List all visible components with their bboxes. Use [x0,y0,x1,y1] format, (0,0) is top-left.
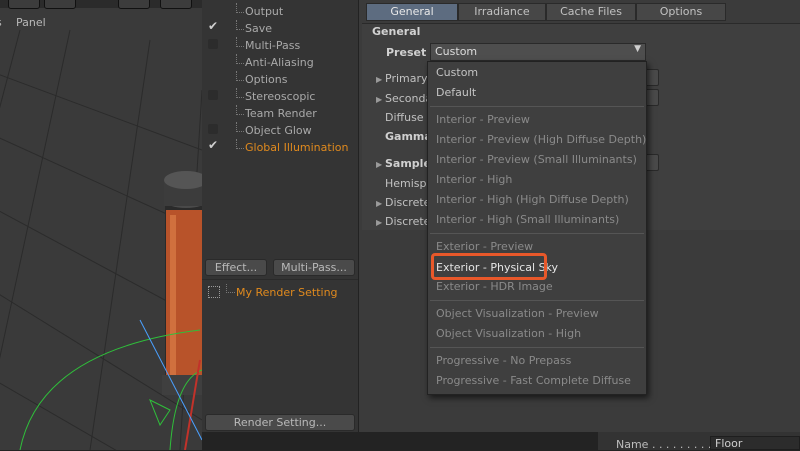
name-label: Name . . . . . . . . . [616,438,712,451]
checkmark-icon[interactable]: ✔ [208,138,218,152]
menu-item[interactable]: Interior - High (Small Illuminants) [436,213,619,226]
tree-connector [236,122,244,132]
preset-value: Custom [435,45,478,58]
tree-item-label: Options [245,73,288,86]
clapper-icon[interactable] [160,0,192,9]
tree-connector [236,54,244,64]
preset-label: Preset [386,46,427,59]
preset-dropdown[interactable]: Custom ▼ [430,43,646,61]
viewport-menu-partial[interactable]: s [0,16,2,29]
menu-item[interactable]: Object Visualization - Preview [436,307,599,320]
highlight-annotation [431,253,547,280]
checkbox[interactable] [208,90,218,100]
checkmark-icon[interactable]: ✔ [208,19,218,33]
tree-connector [236,88,244,98]
tab-irradiance-cache[interactable]: Irradiance Cache [458,3,546,34]
menu-item[interactable]: Object Visualization - High [436,327,581,340]
render-setting-icon [208,286,220,298]
expand-icon[interactable]: ▶ [376,199,382,208]
3d-viewport[interactable]: Panel s [0,0,202,450]
viewport-menu-panel[interactable]: Panel [16,16,46,29]
gamma-label: Gamma [385,130,432,143]
discrete-label-2: Discrete [385,215,431,228]
menu-item[interactable]: Progressive - No Prepass [436,354,571,367]
tree-item[interactable]: Anti-Aliasing [202,54,358,71]
tree-item[interactable]: Stereoscopic [202,88,358,105]
menu-item-custom[interactable]: Custom [436,66,478,79]
tree-connector [226,284,235,293]
menu-item[interactable]: Exterior - HDR Image [436,280,553,293]
samples-label: Sample [385,157,431,170]
tree-item-label: Object Glow [245,124,312,137]
viewport-scene [0,29,202,450]
tree-connector [236,139,244,149]
section-title: General [372,25,421,38]
tab-cache-files[interactable]: Cache Files [546,3,636,21]
tab-options[interactable]: Options [636,3,726,21]
tree-connector [236,71,244,81]
camera-icon[interactable] [8,0,40,9]
tree-item-label: Output [245,5,284,18]
checkbox[interactable] [208,124,218,134]
arrow-icon[interactable] [118,0,150,9]
menu-item[interactable]: Interior - High (High Diffuse Depth) [436,193,629,206]
tree-item-label: Anti-Aliasing [245,56,314,69]
tree-item[interactable]: Options [202,71,358,88]
render-setting-button[interactable]: Render Setting... [205,414,355,431]
menu-separator [430,300,644,301]
menu-separator [430,106,644,107]
tree-item[interactable]: Multi-Pass [202,37,358,54]
menu-item[interactable]: Interior - Preview [436,113,530,126]
chevron-down-icon: ▼ [634,44,641,54]
tree-item-label: Team Render [245,107,317,120]
menu-item[interactable]: Progressive - Fast Complete Diffuse [436,374,631,387]
name-field[interactable]: Floor [710,436,800,450]
tree-item-label: Multi-Pass [245,39,301,52]
expand-icon[interactable]: ▶ [376,75,382,84]
menu-item[interactable]: Interior - High [436,173,512,186]
tree-divider [202,279,358,280]
menu-separator [430,233,644,234]
expand-icon[interactable]: ▶ [376,95,382,104]
render-icon[interactable] [44,0,76,9]
tree-item[interactable]: Output [202,3,358,20]
tree-item[interactable]: Object Glow [202,122,358,139]
tree-item-label: Global Illumination [245,141,349,154]
menu-item[interactable]: Interior - Preview (High Diffuse Depth) [436,133,646,146]
tree-item-label: Save [245,22,273,35]
tree-connector [236,3,244,13]
effect-button[interactable]: Effect... [205,259,267,276]
menu-item-default[interactable]: Default [436,86,476,99]
multipass-button[interactable]: Multi-Pass... [273,259,355,276]
expand-icon[interactable]: ▶ [376,160,382,169]
tree-connector [236,37,244,47]
tree-connector [236,105,244,115]
checkbox[interactable] [208,39,218,49]
tree-item-label: Stereoscopic [245,90,316,103]
preset-menu: Custom Default Interior - Preview Interi… [427,61,647,395]
menu-item[interactable]: Interior - Preview (Small Illuminants) [436,153,637,166]
tab-general[interactable]: General [366,3,458,21]
tree-item[interactable]: Team Render [202,105,358,122]
expand-icon[interactable]: ▶ [376,218,382,227]
tree-item[interactable]: ✔ Save [202,19,358,37]
render-setting-item[interactable]: My Render Setting [236,286,338,299]
tree-item[interactable]: ✔ Global Illumination [202,138,358,156]
tree-connector [236,20,244,30]
menu-separator [430,347,644,348]
menu-item[interactable]: Exterior - Preview [436,240,533,253]
discrete-label-1: Discrete [385,196,431,209]
